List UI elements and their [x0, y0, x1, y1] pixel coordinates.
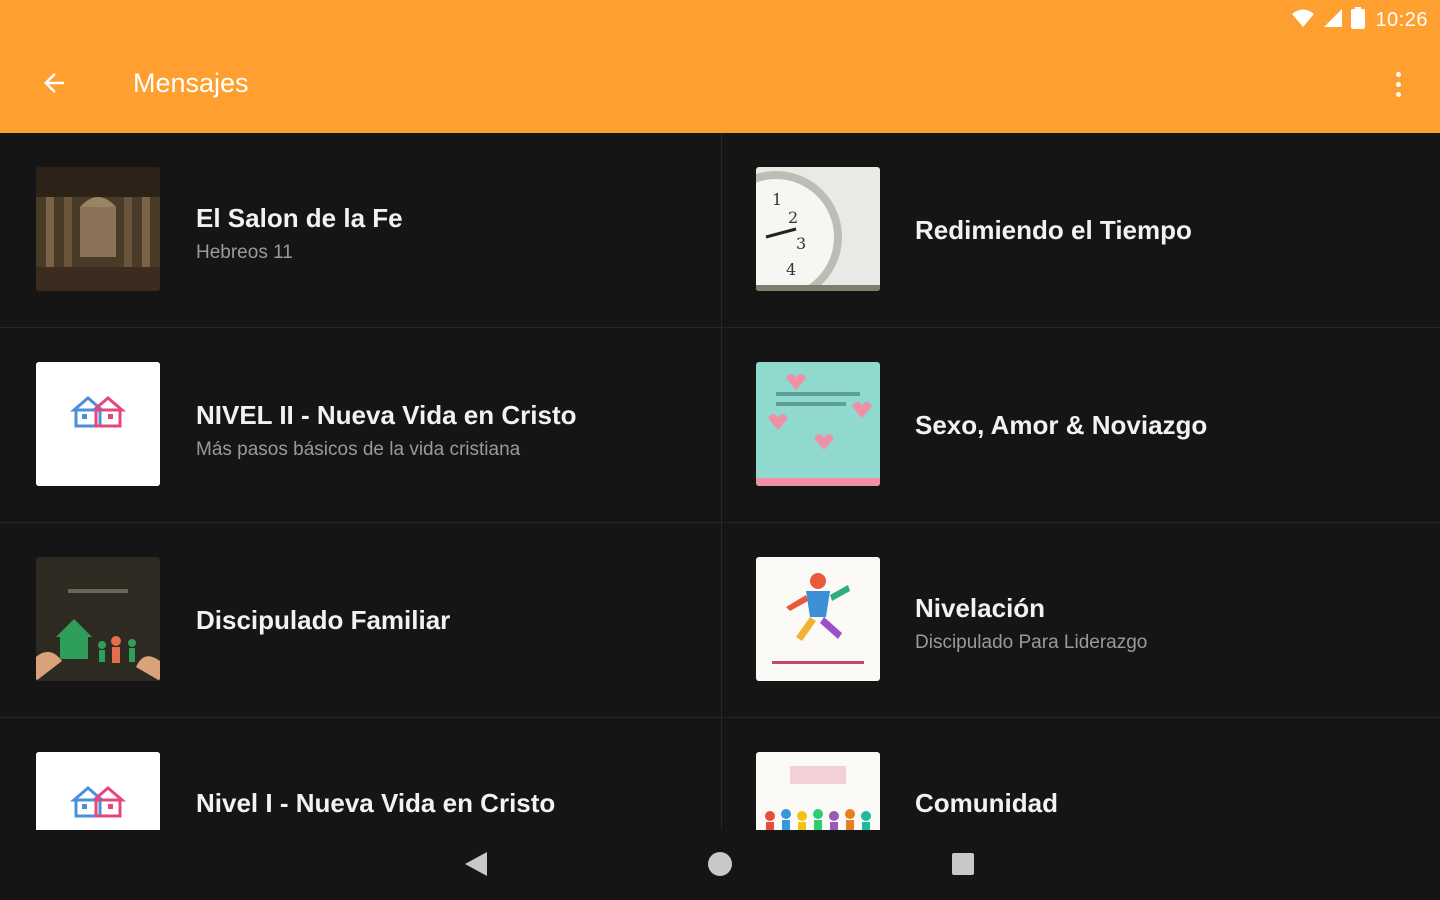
app-screen: 10:26 Mensajes El Salon de la Fe Hebreos…	[0, 0, 1440, 900]
item-text: Nivel I - Nueva Vida en Cristo	[196, 788, 696, 819]
item-subtitle: Hebreos 11	[196, 242, 293, 263]
item-subtitle: Discipulado Para Liderazgo	[915, 632, 1148, 653]
list-item[interactable]: Nivel I - Nueva Vida en Cristo	[0, 718, 720, 830]
item-text: Comunidad	[915, 788, 1415, 819]
system-nav-bar	[0, 830, 1440, 900]
item-title: Nivel I - Nueva Vida en Cristo	[196, 788, 556, 818]
item-text: Sexo, Amor & Noviazgo	[915, 410, 1415, 441]
status-time: 10:26	[1375, 8, 1428, 31]
thumbnail-comunidad	[756, 752, 880, 830]
list-item[interactable]: Nivelación Discipulado Para Liderazgo	[721, 523, 1440, 718]
thumbnail-redimiendo-tiempo: 1 2 3 4	[756, 167, 880, 291]
item-title: Redimiendo el Tiempo	[915, 215, 1192, 245]
thumbnail-discipulado-familiar	[36, 557, 160, 681]
list-item[interactable]: El Salon de la Fe Hebreos 11	[0, 133, 720, 328]
cell-signal-icon	[1323, 8, 1343, 33]
list-item[interactable]: Sexo, Amor & Noviazgo	[721, 328, 1440, 523]
more-vert-dot	[1395, 91, 1401, 97]
arrow-back-icon	[39, 68, 69, 103]
list-item[interactable]: NIVEL II - Nueva Vida en Cristo Más paso…	[0, 328, 720, 523]
item-text: Redimiendo el Tiempo	[915, 215, 1415, 246]
item-text: NIVEL II - Nueva Vida en Cristo Más paso…	[196, 400, 696, 461]
thumbnail-sexo-amor-noviazgo	[756, 362, 880, 486]
list-item[interactable]: 1 2 3 4 Redimiendo el Tiempo	[721, 133, 1440, 328]
nav-back-button[interactable]	[458, 848, 494, 884]
battery-icon	[1351, 6, 1366, 34]
svg-text:3: 3	[796, 234, 806, 253]
thumbnail-nivel-uno	[36, 752, 160, 830]
status-icons	[1291, 6, 1366, 34]
item-title: Nivelación	[915, 593, 1046, 623]
more-options-button[interactable]	[1384, 64, 1412, 104]
item-text: El Salon de la Fe Hebreos 11	[196, 203, 696, 264]
nav-home-button[interactable]	[702, 848, 738, 884]
item-title: Comunidad	[915, 788, 1058, 818]
item-subtitle: Más pasos básicos de la vida cristiana	[196, 439, 521, 460]
item-title: Sexo, Amor & Noviazgo	[915, 410, 1208, 440]
svg-text:1: 1	[772, 190, 782, 209]
thumbnail-fundamentos	[36, 362, 160, 486]
nav-home-circle-icon	[707, 851, 733, 882]
item-text: Nivelación Discipulado Para Liderazgo	[915, 593, 1415, 654]
thumbnail-nivelacion	[756, 557, 880, 681]
status-bar: 10:26	[1291, 6, 1428, 34]
more-vert-icon	[1395, 71, 1401, 77]
item-title: NIVEL II - Nueva Vida en Cristo	[196, 400, 577, 430]
page-title: Mensajes	[133, 68, 249, 98]
nav-back-triangle-icon	[463, 850, 489, 883]
app-bar: 10:26 Mensajes	[0, 0, 1440, 133]
item-title: El Salon de la Fe	[196, 203, 403, 233]
messages-grid: El Salon de la Fe Hebreos 11 1 2 3 4 Red…	[0, 133, 1440, 830]
svg-text:2: 2	[788, 208, 798, 227]
item-title: Discipulado Familiar	[196, 605, 451, 635]
more-vert-dot	[1395, 81, 1401, 87]
wifi-icon	[1291, 8, 1315, 33]
item-text: Discipulado Familiar	[196, 605, 696, 636]
thumbnail-salon-fe	[36, 167, 160, 291]
svg-text:4: 4	[786, 260, 796, 279]
list-item[interactable]: Comunidad	[721, 718, 1440, 830]
nav-recents-button[interactable]	[945, 848, 981, 884]
back-button[interactable]	[30, 65, 78, 105]
nav-recents-square-icon	[951, 852, 975, 881]
list-item[interactable]: Discipulado Familiar	[0, 523, 720, 718]
